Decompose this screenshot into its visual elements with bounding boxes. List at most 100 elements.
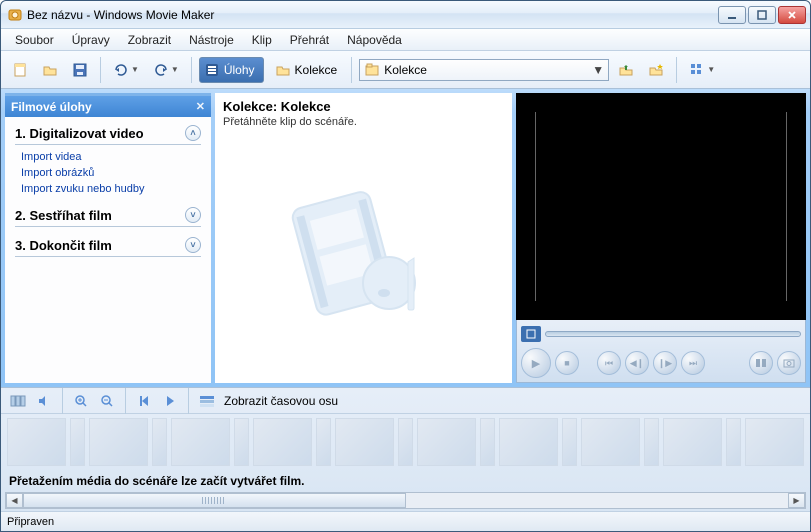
storyboard-transition[interactable]: [398, 418, 413, 466]
undo-button[interactable]: ▼: [108, 57, 144, 83]
task-group-header[interactable]: 2. Sestříhat film ˅: [15, 207, 201, 227]
window-buttons: [718, 6, 806, 24]
storyboard-cell[interactable]: [417, 418, 476, 466]
new-collection-button[interactable]: [643, 57, 669, 83]
play-button[interactable]: ▶: [521, 348, 551, 378]
collections-label: Kolekce: [295, 63, 338, 77]
app-icon: [7, 7, 23, 23]
save-project-button[interactable]: [67, 57, 93, 83]
minimize-button[interactable]: [718, 6, 746, 24]
chevron-down-icon: ▼: [590, 63, 606, 77]
task-group-header[interactable]: 1. Digitalizovat video ˄: [15, 125, 201, 145]
task-group-edit: 2. Sestříhat film ˅: [15, 207, 201, 227]
scroll-track[interactable]: [23, 493, 788, 508]
storyboard-cell[interactable]: [581, 418, 640, 466]
tasks-header: Filmové úlohy ✕: [5, 93, 211, 117]
location-combo[interactable]: Kolekce ▼: [359, 59, 609, 81]
storyboard-strip[interactable]: [1, 414, 810, 470]
storyboard-cell[interactable]: [7, 418, 66, 466]
fullscreen-button[interactable]: [521, 326, 541, 342]
task-group-header[interactable]: 3. Dokončit film ˅: [15, 237, 201, 257]
show-timeline-icon[interactable]: [196, 391, 218, 411]
scroll-left-button[interactable]: ◀: [6, 493, 23, 508]
storyboard-transition[interactable]: [316, 418, 331, 466]
preview-monitor: [516, 93, 806, 320]
collection-subtitle: Přetáhněte klip do scénáře.: [223, 116, 504, 128]
step-forward-button[interactable]: ❙▶: [653, 351, 677, 375]
maximize-button[interactable]: [748, 6, 776, 24]
open-project-button[interactable]: [37, 57, 63, 83]
storyboard-cell[interactable]: [335, 418, 394, 466]
collection-title: Kolekce: Kolekce: [223, 99, 504, 114]
task-link-import-video[interactable]: Import videa: [21, 149, 201, 165]
split-clip-button[interactable]: [749, 351, 773, 375]
preview-seek-row: [521, 324, 801, 344]
menu-help[interactable]: Nápověda: [339, 31, 410, 49]
task-link-import-audio[interactable]: Import zvuku nebo hudby: [21, 181, 201, 197]
folder-icon: [275, 62, 291, 78]
collections-button[interactable]: Kolekce: [268, 57, 345, 83]
menu-file[interactable]: Soubor: [7, 31, 62, 49]
chevron-down-icon: ˅: [185, 237, 201, 253]
rewind-button[interactable]: [133, 391, 155, 411]
task-group-capture: 1. Digitalizovat video ˄ Import videa Im…: [15, 125, 201, 197]
storyboard-transition[interactable]: [644, 418, 659, 466]
audio-levels-button[interactable]: [33, 391, 55, 411]
preview-button-row: ▶ ■ ⏮ ◀❙ ❙▶ ⏭: [521, 348, 801, 378]
main-area: Filmové úlohy ✕ 1. Digitalizovat video ˄…: [1, 89, 810, 387]
storyboard-transition[interactable]: [480, 418, 495, 466]
play-storyboard-button[interactable]: [159, 391, 181, 411]
storyboard-toolbar: Zobrazit časovou osu: [1, 388, 810, 414]
tasks-close-button[interactable]: ✕: [196, 100, 205, 113]
storyboard-transition[interactable]: [152, 418, 167, 466]
new-project-button[interactable]: [7, 57, 33, 83]
task-group-title: 2. Sestříhat film: [15, 208, 112, 223]
storyboard-transition[interactable]: [70, 418, 85, 466]
menu-tools[interactable]: Nástroje: [181, 31, 242, 49]
toolbar-separator: [100, 57, 101, 83]
storyboard-cell[interactable]: [499, 418, 558, 466]
zoom-in-button[interactable]: [70, 391, 92, 411]
step-back-button[interactable]: ◀❙: [625, 351, 649, 375]
storyboard-view-button[interactable]: [7, 391, 29, 411]
take-picture-button[interactable]: [777, 351, 801, 375]
storyboard-cell[interactable]: [663, 418, 722, 466]
chevron-down-icon: ▼: [131, 65, 139, 74]
task-group-finish: 3. Dokončit film ˅: [15, 237, 201, 257]
up-level-button[interactable]: [613, 57, 639, 83]
prev-button[interactable]: ⏮: [597, 351, 621, 375]
scroll-right-button[interactable]: ▶: [788, 493, 805, 508]
view-mode-button[interactable]: ▼: [684, 57, 720, 83]
storyboard-cell[interactable]: [253, 418, 312, 466]
toolbar-separator: [125, 388, 126, 414]
redo-button[interactable]: ▼: [148, 57, 184, 83]
task-group-title: 1. Digitalizovat video: [15, 126, 144, 141]
storyboard-scrollbar[interactable]: ◀ ▶: [5, 492, 806, 509]
chevron-down-icon: ▼: [707, 65, 715, 74]
storyboard-transition[interactable]: [726, 418, 741, 466]
title-bar: Bez názvu - Windows Movie Maker: [1, 1, 810, 29]
tasks-icon: [204, 62, 220, 78]
stop-button[interactable]: ■: [555, 351, 579, 375]
toolbar-separator: [62, 388, 63, 414]
tasks-toggle[interactable]: Úlohy: [199, 57, 264, 83]
status-text: Připraven: [7, 516, 54, 528]
location-combo-value: Kolekce: [384, 63, 590, 77]
zoom-out-button[interactable]: [96, 391, 118, 411]
storyboard-transition[interactable]: [562, 418, 577, 466]
menu-edit[interactable]: Úpravy: [64, 31, 118, 49]
menu-play[interactable]: Přehrát: [282, 31, 337, 49]
scroll-thumb[interactable]: [23, 493, 406, 508]
menu-clip[interactable]: Klip: [244, 31, 280, 49]
storyboard-cell[interactable]: [171, 418, 230, 466]
menu-view[interactable]: Zobrazit: [120, 31, 179, 49]
seek-bar[interactable]: [545, 331, 801, 337]
close-button[interactable]: [778, 6, 806, 24]
show-timeline-label[interactable]: Zobrazit časovou osu: [224, 394, 338, 408]
storyboard-transition[interactable]: [234, 418, 249, 466]
toolbar-separator: [188, 388, 189, 414]
task-link-import-images[interactable]: Import obrázků: [21, 165, 201, 181]
storyboard-cell[interactable]: [745, 418, 804, 466]
next-button[interactable]: ⏭: [681, 351, 705, 375]
storyboard-cell[interactable]: [89, 418, 148, 466]
